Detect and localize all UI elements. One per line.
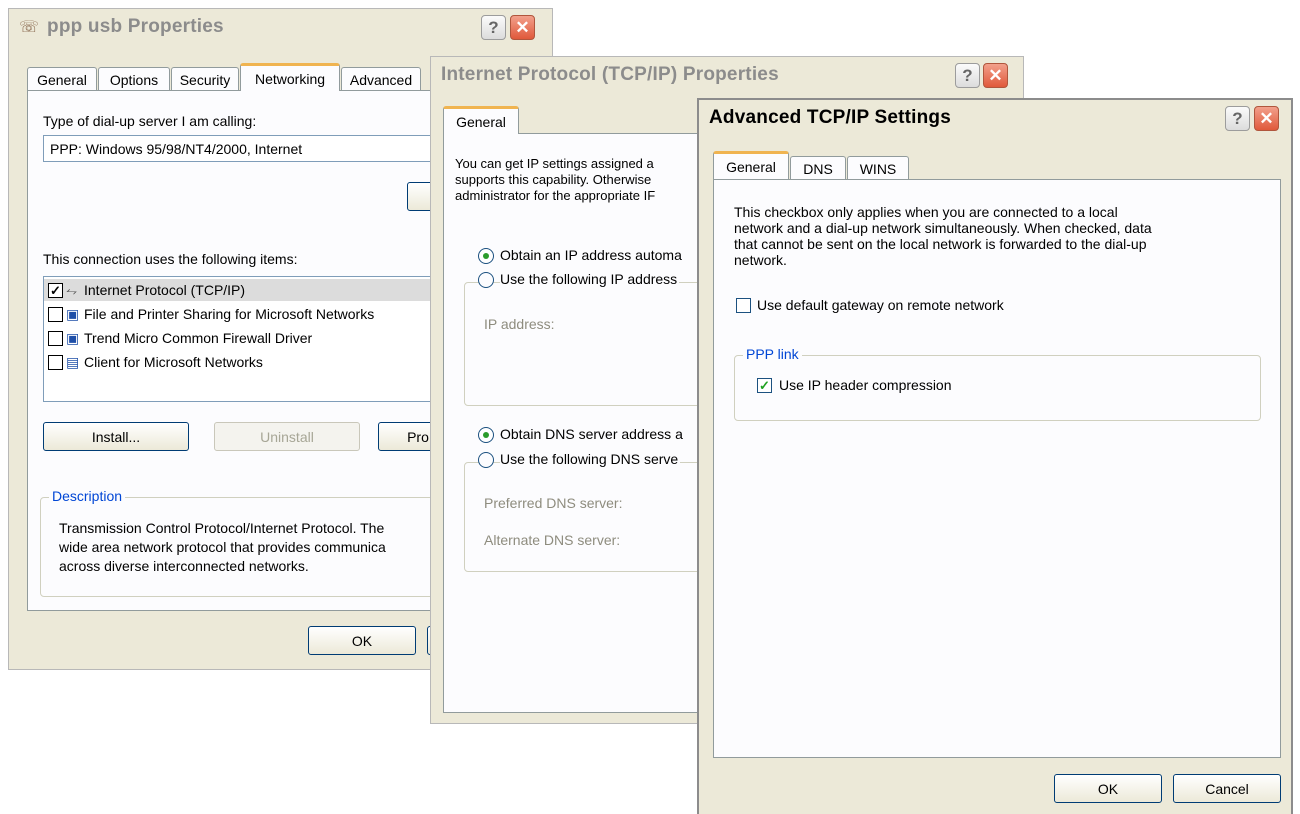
default-gateway-checkbox[interactable] (736, 298, 751, 313)
preferred-dns-label: Preferred DNS server: (484, 495, 623, 511)
item-checkbox-tcpip[interactable]: ✓ (48, 283, 63, 298)
advanced-titlebar[interactable]: Advanced TCP/IP Settings ? ✕ (699, 100, 1291, 136)
items-list: ✓ ⥊ Internet Protocol (TCP/IP) ▣ File an… (43, 276, 443, 402)
close-icon[interactable]: ✕ (1254, 106, 1279, 131)
advanced-ok-button[interactable]: OK (1054, 774, 1162, 803)
intro-line-1: You can get IP settings assigned a (455, 156, 654, 171)
ppp-ok-button[interactable]: OK (308, 626, 416, 655)
advanced-tcpip-dialog: Advanced TCP/IP Settings ? ✕ General DNS… (697, 98, 1293, 814)
close-icon[interactable]: ✕ (510, 15, 535, 40)
description-line-1: Transmission Control Protocol/Internet P… (59, 520, 385, 536)
tab-general[interactable]: General (713, 151, 789, 179)
tcpip-titlebar[interactable]: Internet Protocol (TCP/IP) Properties ? … (431, 57, 1023, 93)
server-type-label: Type of dial-up server I am calling: (43, 113, 257, 129)
description-groupbox: Description Transmission Control Protoco… (40, 488, 460, 597)
computer-icon: ▣ (66, 306, 80, 322)
intro-line-3: administrator for the appropriate IF (455, 188, 656, 203)
tab-general[interactable]: General (27, 67, 97, 91)
use-ip-radio[interactable] (478, 272, 494, 288)
list-item-label: Client for Microsoft Networks (84, 354, 263, 370)
advanced-window-title: Advanced TCP/IP Settings (709, 107, 952, 128)
advanced-general-panel: This checkbox only applies when you are … (713, 179, 1281, 758)
computer-icon: ▣ (66, 330, 80, 346)
network-protocol-icon: ⥊ (66, 282, 78, 298)
help-icon[interactable]: ? (1225, 106, 1250, 131)
info-line-1: This checkbox only applies when you are … (734, 204, 1118, 220)
obtain-ip-radio[interactable] (478, 248, 494, 264)
ip-header-compression-label: Use IP header compression (779, 377, 952, 393)
use-dns-radio[interactable] (478, 452, 494, 468)
item-checkbox-ms-client[interactable] (48, 355, 63, 370)
tab-general[interactable]: General (443, 106, 519, 134)
tab-advanced[interactable]: Advanced (341, 67, 421, 91)
obtain-dns-radio[interactable] (478, 427, 494, 443)
ip-address-label: IP address: (484, 316, 555, 332)
info-line-2: network and a dial-up network simultaneo… (734, 220, 1152, 236)
list-item-label: Trend Micro Common Firewall Driver (84, 330, 313, 346)
obtain-dns-label: Obtain DNS server address a (500, 426, 683, 442)
server-type-select[interactable]: PPP: Windows 95/98/NT4/2000, Internet (43, 135, 443, 162)
tab-options[interactable]: Options (98, 67, 170, 91)
tab-networking[interactable]: Networking (240, 63, 340, 91)
list-item-label: File and Printer Sharing for Microsoft N… (84, 306, 375, 322)
help-icon[interactable]: ? (955, 63, 980, 88)
ip-header-compression-checkbox[interactable]: ✓ (757, 378, 772, 393)
ppp-titlebar[interactable]: ☏ ppp usb Properties ? ✕ (9, 9, 552, 45)
advanced-cancel-button[interactable]: Cancel (1173, 774, 1281, 803)
monitor-icon: ▤ (66, 354, 80, 370)
description-line-3: across diverse interconnected networks. (59, 558, 309, 574)
uninstall-button: Uninstall (214, 422, 360, 451)
tab-dns[interactable]: DNS (790, 156, 846, 180)
ppp-window-title: ppp usb Properties (47, 16, 224, 37)
tcpip-window-title: Internet Protocol (TCP/IP) Properties (441, 64, 779, 85)
list-item-ms-client[interactable]: ▤ Client for Microsoft Networks (44, 351, 442, 373)
install-button[interactable]: Install... (43, 422, 189, 451)
items-label: This connection uses the following items… (43, 251, 298, 267)
info-line-3: that cannot be sent on the local network… (734, 236, 1147, 252)
description-line-2: wide area network protocol that provides… (59, 539, 386, 555)
list-item-trend-micro[interactable]: ▣ Trend Micro Common Firewall Driver (44, 327, 442, 349)
tab-wins[interactable]: WINS (847, 156, 909, 180)
obtain-ip-label: Obtain an IP address automa (500, 247, 682, 263)
ppp-link-legend: PPP link (743, 346, 802, 362)
item-checkbox-trend-micro[interactable] (48, 331, 63, 346)
description-legend: Description (49, 488, 126, 504)
ppp-link-groupbox: PPP link ✓ Use IP header compression (734, 346, 1261, 421)
list-item-file-sharing[interactable]: ▣ File and Printer Sharing for Microsoft… (44, 303, 442, 325)
list-item-tcpip[interactable]: ✓ ⥊ Internet Protocol (TCP/IP) (44, 279, 442, 301)
default-gateway-label: Use default gateway on remote network (757, 297, 1004, 313)
list-item-label: Internet Protocol (TCP/IP) (84, 282, 246, 298)
dialup-connection-icon: ☏ (19, 19, 40, 36)
use-ip-label: Use the following IP address (500, 271, 680, 287)
item-checkbox-file-sharing[interactable] (48, 307, 63, 322)
help-icon[interactable]: ? (481, 15, 506, 40)
server-type-value: PPP: Windows 95/98/NT4/2000, Internet (50, 140, 303, 157)
intro-line-2: supports this capability. Otherwise (455, 172, 652, 187)
close-icon[interactable]: ✕ (983, 63, 1008, 88)
use-dns-label: Use the following DNS serve (500, 451, 681, 467)
tab-security[interactable]: Security (171, 67, 239, 91)
alternate-dns-label: Alternate DNS server: (484, 532, 621, 548)
info-line-4: network. (734, 252, 787, 268)
